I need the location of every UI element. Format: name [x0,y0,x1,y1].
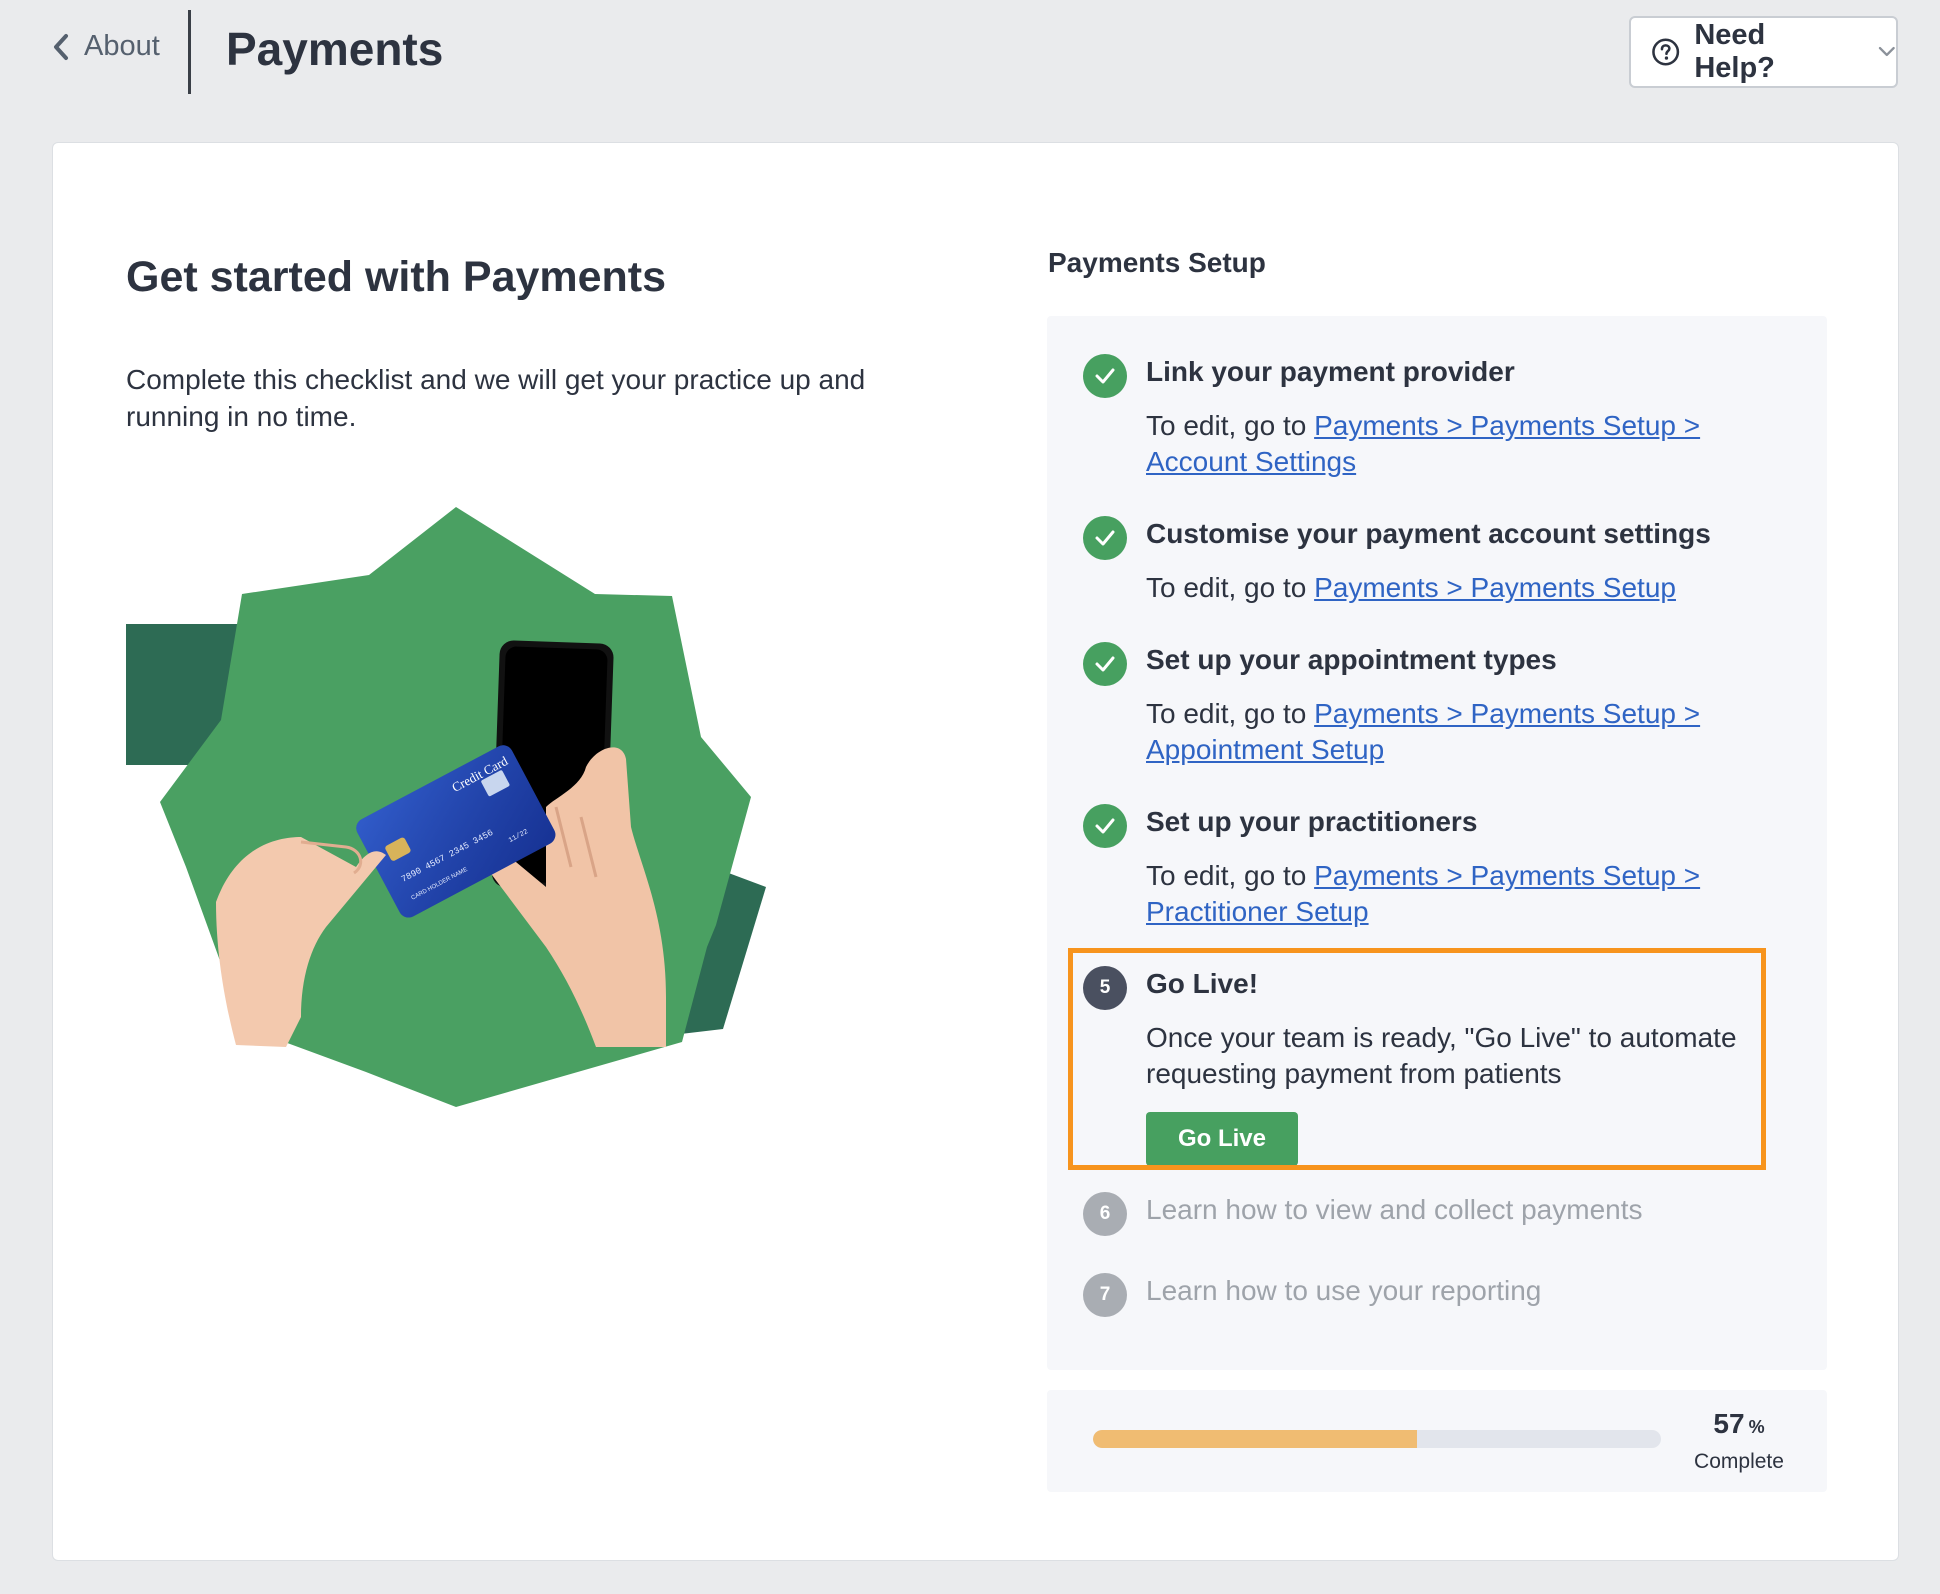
progress-unit: % [1748,1417,1765,1437]
progress-fill [1093,1430,1417,1448]
check-icon [1083,354,1127,398]
check-icon [1083,516,1127,560]
back-link[interactable]: About [52,30,160,63]
step-number-badge: 7 [1083,1273,1127,1317]
step-title: Link your payment provider [1146,356,1515,387]
step-title: Set up your appointment types [1146,644,1557,675]
chevron-left-icon [54,33,68,60]
checklist-step-7[interactable]: 7 Learn how to use your reporting [1083,1271,1803,1321]
progress-value: 57 [1713,1408,1745,1439]
step-description: To edit, go to Payments > Payments Setup [1146,570,1766,606]
checklist-step-1: Link your payment provider To edit, go t… [1083,352,1803,492]
progress-label: Complete [1694,1450,1784,1473]
step-description: To edit, go to Payments > Payments Setup… [1146,696,1766,768]
step-title: Set up your practitioners [1146,806,1478,837]
step-prefix: To edit, go to [1146,410,1315,441]
progress-percentage: 57% [1679,1408,1799,1440]
payment-illustration: Credit Card 7890 4567 2345 3456 11/22 CA… [126,507,766,1107]
need-help-label: Need Help? [1694,19,1775,84]
header-divider [188,10,191,94]
checklist-step-6[interactable]: 6 Learn how to view and collect payments [1083,1190,1803,1240]
checklist-step-2: Customise your payment account settings … [1083,514,1803,604]
checklist-step-4: Set up your practitioners To edit, go to… [1083,802,1803,942]
step-number-badge: 6 [1083,1192,1127,1236]
question-circle-icon [1652,38,1680,66]
check-icon [1083,804,1127,848]
progress-bar [1093,1430,1661,1448]
hero-description: Complete this checklist and we will get … [126,364,866,432]
step-title: Learn how to view and collect payments [1146,1194,1643,1225]
step-title: Customise your payment account settings [1146,518,1711,549]
hero-title: Get started with Payments [126,253,667,301]
progress-panel: 57% Complete [1047,1390,1827,1492]
step-prefix: To edit, go to [1146,572,1315,603]
checklist-step-3: Set up your appointment types To edit, g… [1083,640,1803,780]
setup-title: Payments Setup [1048,247,1266,278]
page-title: Payments [226,23,444,75]
chevron-down-icon [1879,46,1896,57]
step-description: To edit, go to Payments > Payments Setup… [1146,408,1766,480]
check-icon [1083,642,1127,686]
step-prefix: To edit, go to [1146,860,1315,891]
go-live-highlight [1068,948,1766,1170]
step-title: Learn how to use your reporting [1146,1275,1542,1306]
setup-checklist: Link your payment provider To edit, go t… [1047,316,1827,1370]
payments-setup-link[interactable]: Payments > Payments Setup [1314,572,1676,603]
back-link-label: About [84,30,160,62]
need-help-button[interactable]: Need Help? [1629,16,1898,88]
step-description: To edit, go to Payments > Payments Setup… [1146,858,1766,930]
step-prefix: To edit, go to [1146,698,1315,729]
